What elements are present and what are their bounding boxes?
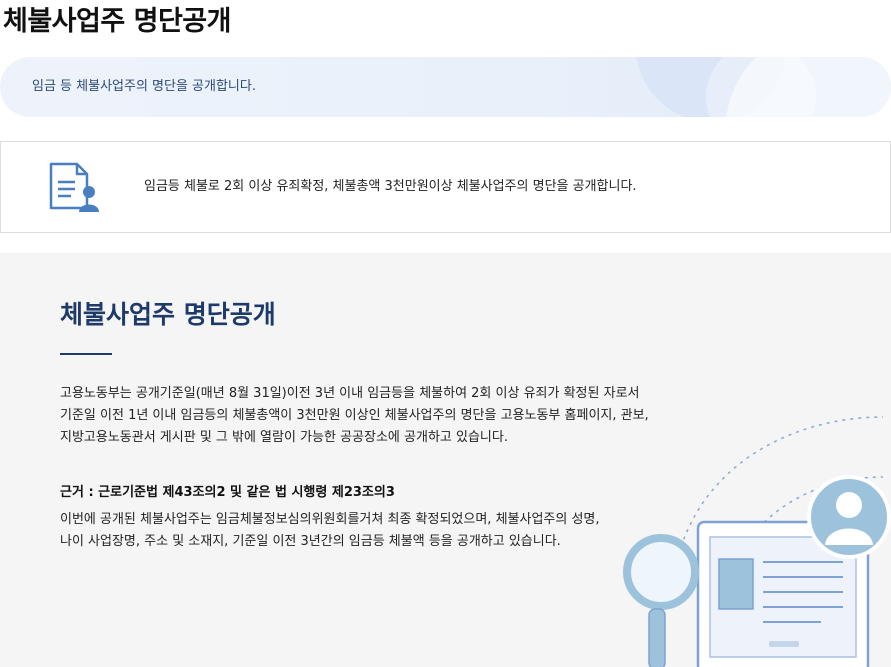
page-title: 체불사업주 명단공개 <box>3 6 231 37</box>
intro-banner: 임금 등 체불사업주의 명단을 공개합니다. <box>0 57 891 117</box>
computer-search-illustration <box>623 416 891 667</box>
legal-basis-heading: 근거 : 근로기준법 제43조의2 및 같은 법 시행령 제23조의3 <box>60 485 395 500</box>
paragraph-line: 고용노동부는 공개기준일(매년 8월 31일)이전 3년 이내 임금등을 체불하… <box>60 386 640 401</box>
basis-paragraph: 이번에 공개된 체불사업주는 임금체불정보심의위원회를거쳐 최종 확정되었으며,… <box>60 509 600 553</box>
document-person-icon <box>49 162 99 212</box>
disclosure-section: 체불사업주 명단공개 고용노동부는 공개기준일(매년 8월 31일)이전 3년 … <box>0 253 891 667</box>
section-paragraph: 고용노동부는 공개기준일(매년 8월 31일)이전 3년 이내 임금등을 체불하… <box>60 383 649 449</box>
title-underline <box>60 353 112 355</box>
section-title: 체불사업주 명단공개 <box>60 300 276 329</box>
info-text: 임금등 체불로 2회 이상 유죄확정, 체불총액 3천만원이상 체불사업주의 명… <box>144 179 637 194</box>
banner-text: 임금 등 체불사업주의 명단을 공개합니다. <box>32 79 256 94</box>
paragraph-line: 기준일 이전 1년 이내 임금등의 체불총액이 3천만원 이상인 체불사업주의 … <box>60 408 649 423</box>
basis-line: 나이 사업장명, 주소 및 소재지, 기준일 이전 3년간의 임금등 체불액 등… <box>60 534 561 549</box>
banner-decoration <box>636 57 891 117</box>
basis-line: 이번에 공개된 체불사업주는 임금체불정보심의위원회를거쳐 최종 확정되었으며,… <box>60 512 600 527</box>
paragraph-line: 지방고용노동관서 게시판 및 그 밖에 열람이 가능한 공공장소에 공개하고 있… <box>60 430 508 445</box>
info-box: 임금등 체불로 2회 이상 유죄확정, 체불총액 3천만원이상 체불사업주의 명… <box>0 141 891 233</box>
